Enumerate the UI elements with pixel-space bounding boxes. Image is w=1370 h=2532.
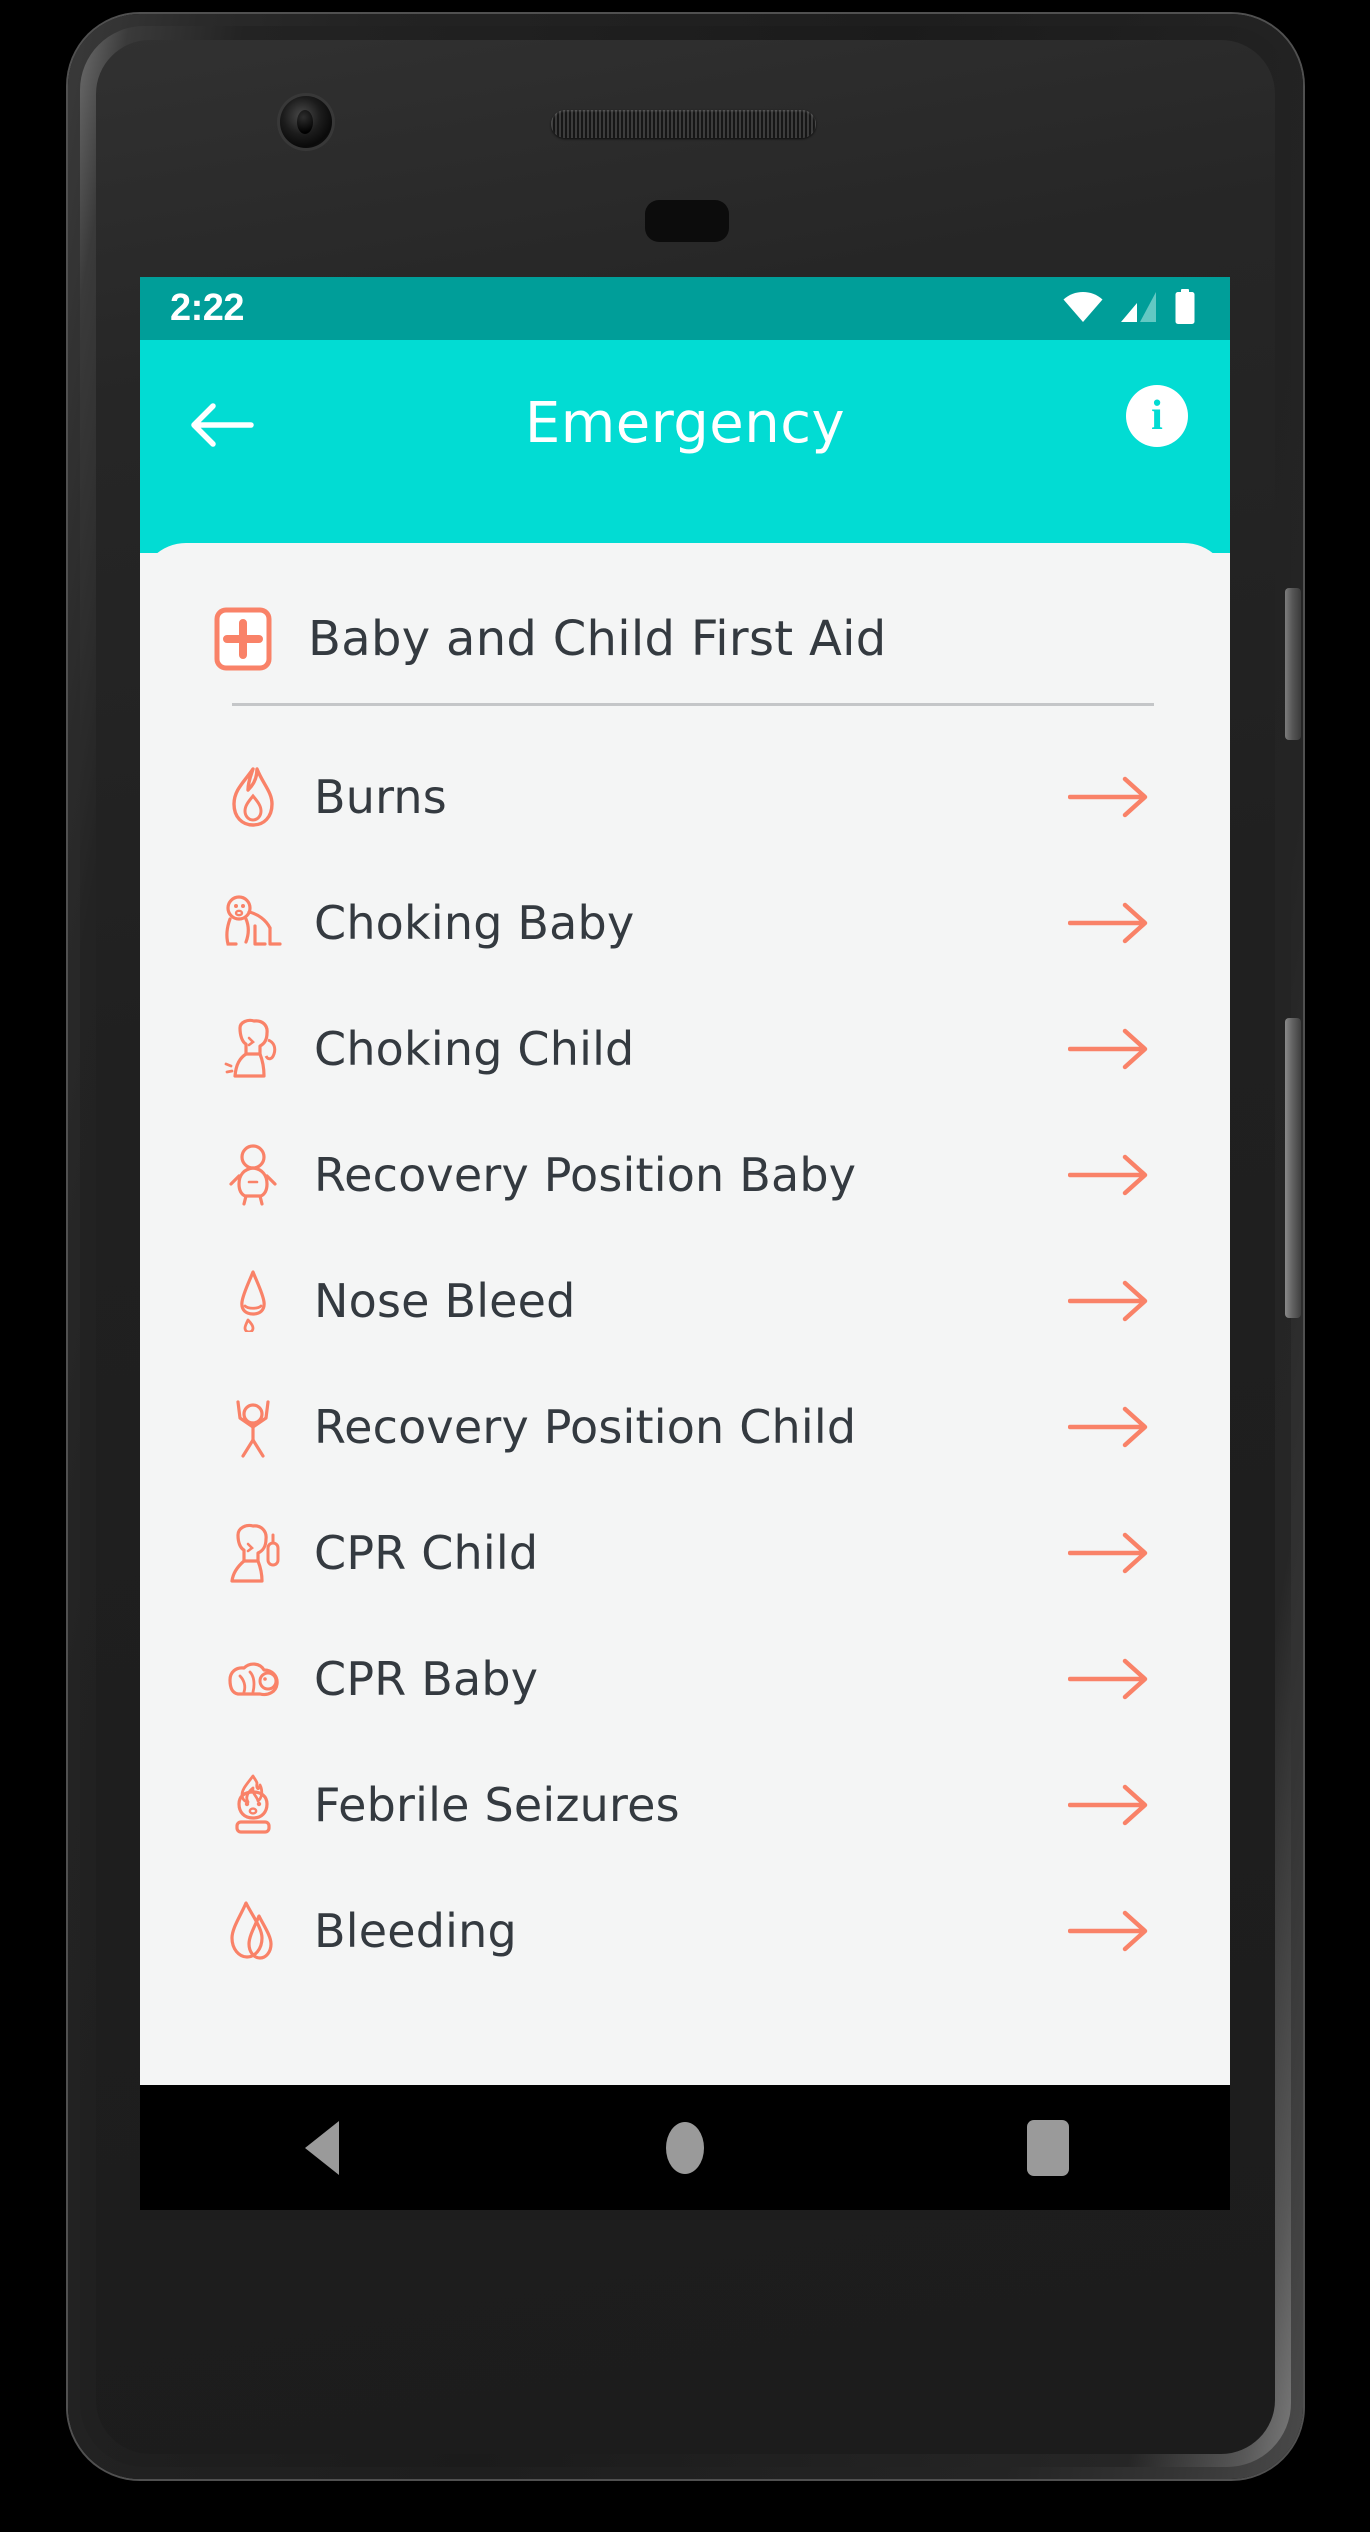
list-item-label: Choking Child [314, 1022, 635, 1076]
right-arrow-icon[interactable] [1068, 774, 1148, 820]
list-item-label: Nose Bleed [314, 1274, 576, 1328]
nav-back-icon [304, 2120, 339, 2175]
blood-drop-icon [222, 1900, 284, 1962]
list-item-label: Recovery Position Baby [314, 1148, 857, 1202]
list-item[interactable]: CPR Baby [210, 1616, 1160, 1742]
list-item-label: Febrile Seizures [314, 1778, 680, 1832]
phone-screen: 2:22 Emergency i Baby and Child First Ai… [140, 277, 1230, 2210]
nav-home-button[interactable] [610, 2085, 760, 2210]
back-button[interactable] [180, 385, 264, 469]
right-arrow-icon[interactable] [1068, 1026, 1148, 1072]
list-item-label: Choking Baby [314, 896, 635, 950]
crawling-baby-icon [222, 892, 284, 954]
nose-drip-icon [222, 1270, 284, 1332]
flame-icon [222, 766, 284, 828]
proximity-sensor-icon [645, 200, 729, 242]
list-item-label: Recovery Position Child [314, 1400, 857, 1454]
first-aid-cross-icon [210, 606, 276, 672]
list-item-label: CPR Child [314, 1526, 539, 1580]
info-icon: i [1126, 385, 1188, 447]
nav-recents-button[interactable] [973, 2085, 1123, 2210]
screenshot-stage: 2:22 Emergency i Baby and Child First Ai… [0, 0, 1370, 2532]
right-arrow-icon[interactable] [1068, 1656, 1148, 1702]
right-arrow-icon[interactable] [1068, 1530, 1148, 1576]
feverish-child-icon [222, 1774, 284, 1836]
list-item[interactable]: Recovery Position Baby [210, 1112, 1160, 1238]
baby-lying-icon [222, 1144, 284, 1206]
list-item[interactable]: Choking Baby [210, 860, 1160, 986]
android-nav-bar [140, 2085, 1230, 2210]
wifi-icon [1062, 291, 1104, 327]
list-item[interactable]: Choking Child [210, 986, 1160, 1112]
list-item[interactable]: Bleeding [210, 1868, 1160, 1994]
earpiece-speaker-icon [551, 110, 816, 138]
child-figure-icon [222, 1396, 284, 1458]
volume-rocker-button[interactable] [1285, 1018, 1301, 1318]
front-camera-icon [280, 96, 332, 148]
content-card: Baby and Child First Aid Burns Choking B… [140, 543, 1230, 2210]
list-item[interactable]: Febrile Seizures [210, 1742, 1160, 1868]
info-button[interactable]: i [1126, 385, 1188, 447]
info-glyph: i [1151, 393, 1163, 439]
list-item[interactable]: Recovery Position Child [210, 1364, 1160, 1490]
list-item[interactable]: CPR Child [210, 1490, 1160, 1616]
page-title: Emergency [524, 391, 846, 456]
right-arrow-icon[interactable] [1068, 1782, 1148, 1828]
list-item[interactable]: Burns [210, 734, 1160, 860]
right-arrow-icon[interactable] [1068, 1404, 1148, 1450]
list-item-label: Burns [314, 770, 447, 824]
list-item-label: CPR Baby [314, 1652, 539, 1706]
right-arrow-icon[interactable] [1068, 900, 1148, 946]
status-bar-time: 2:22 [170, 287, 245, 329]
power-button[interactable] [1285, 588, 1301, 740]
cellular-signal-icon [1120, 291, 1158, 327]
app-bar: Emergency i [140, 340, 1230, 553]
back-arrow-icon [189, 398, 255, 456]
list-item[interactable]: Nose Bleed [210, 1238, 1160, 1364]
child-cpr-icon [222, 1522, 284, 1584]
nav-home-icon [665, 2121, 704, 2174]
battery-icon [1174, 288, 1196, 329]
right-arrow-icon[interactable] [1068, 1152, 1148, 1198]
status-bar-icons [1062, 288, 1196, 329]
list-item-label: Bleeding [314, 1904, 517, 1958]
right-arrow-icon[interactable] [1068, 1278, 1148, 1324]
right-arrow-icon[interactable] [1068, 1908, 1148, 1954]
emergency-topic-list: Burns Choking Baby Choking Child Recover… [210, 706, 1160, 1994]
nav-recents-icon [1027, 2119, 1070, 2176]
status-bar: 2:22 [140, 277, 1230, 340]
section-header: Baby and Child First Aid [210, 543, 1160, 703]
child-choking-icon [222, 1018, 284, 1080]
nav-back-button[interactable] [247, 2085, 397, 2210]
section-label: Baby and Child First Aid [308, 611, 887, 667]
baby-cpr-icon [222, 1648, 284, 1710]
